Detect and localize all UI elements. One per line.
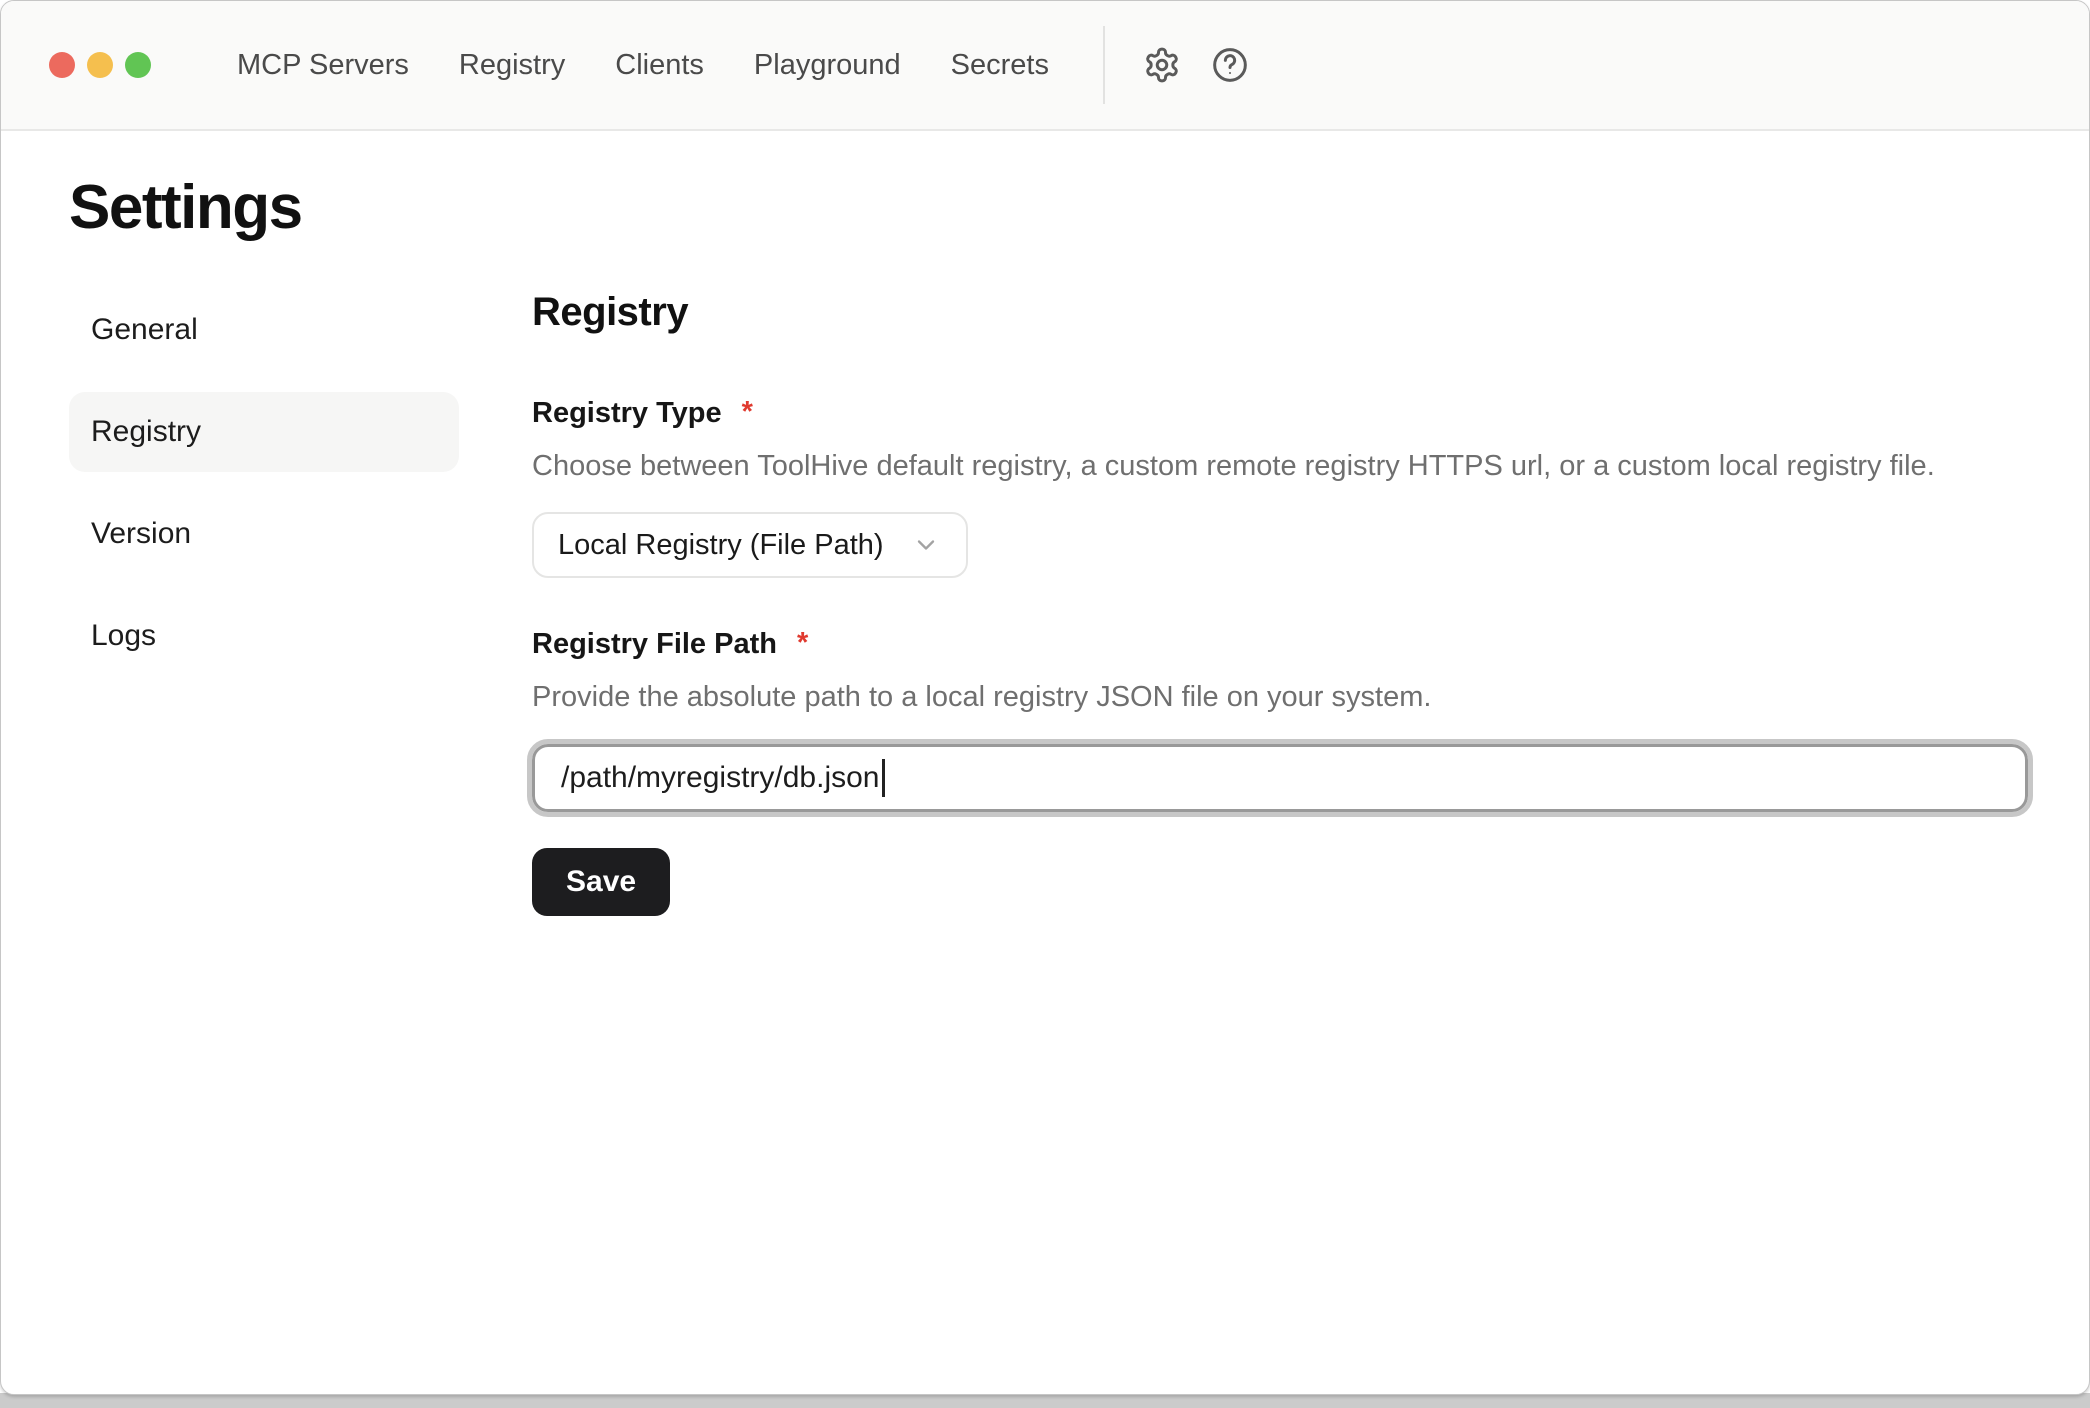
- close-button[interactable]: [49, 52, 75, 78]
- sidebar-item-label: Logs: [91, 619, 156, 653]
- page-title: Settings: [69, 175, 2029, 240]
- nav-item-clients[interactable]: Clients: [615, 49, 704, 82]
- settings-button[interactable]: [1137, 40, 1187, 90]
- app-window: MCP Servers Registry Clients Playground …: [0, 0, 2090, 1395]
- sidebar-item-label: Version: [91, 517, 191, 551]
- titlebar-divider: [1103, 26, 1105, 104]
- nav-item-playground[interactable]: Playground: [754, 49, 901, 82]
- settings-layout: General Registry Version Logs Registry R…: [69, 290, 2029, 916]
- text-cursor: [882, 759, 885, 797]
- registry-file-path-label: Registry File Path: [532, 628, 777, 661]
- sidebar-item-version[interactable]: Version: [69, 494, 459, 574]
- registry-file-path-description: Provide the absolute path to a local reg…: [532, 678, 2028, 717]
- sidebar-item-general[interactable]: General: [69, 290, 459, 370]
- registry-settings-panel: Registry Registry Type * Choose between …: [532, 290, 2028, 916]
- sidebar-item-label: General: [91, 313, 198, 347]
- registry-file-path-value: /path/myregistry/db.json: [561, 761, 879, 795]
- nav-item-secrets[interactable]: Secrets: [951, 49, 1049, 82]
- registry-type-description: Choose between ToolHive default registry…: [532, 447, 2028, 486]
- registry-type-select[interactable]: Local Registry (File Path): [532, 512, 968, 578]
- sidebar-item-label: Registry: [91, 415, 201, 449]
- registry-file-path-input[interactable]: /path/myregistry/db.json: [532, 744, 2028, 812]
- save-button[interactable]: Save: [532, 848, 670, 916]
- sidebar-item-logs[interactable]: Logs: [69, 596, 459, 676]
- nav-item-mcp-servers[interactable]: MCP Servers: [237, 49, 409, 82]
- registry-file-path-label-row: Registry File Path *: [532, 628, 2028, 661]
- traffic-lights: [49, 52, 151, 78]
- required-asterisk: *: [797, 628, 808, 660]
- registry-file-path-field: Registry File Path * Provide the absolut…: [532, 628, 2028, 812]
- help-icon: [1210, 45, 1250, 85]
- settings-sidebar: General Registry Version Logs: [69, 290, 459, 916]
- maximize-button[interactable]: [125, 52, 151, 78]
- required-asterisk: *: [742, 397, 753, 429]
- help-button[interactable]: [1205, 40, 1255, 90]
- minimize-button[interactable]: [87, 52, 113, 78]
- top-navigation: MCP Servers Registry Clients Playground …: [237, 49, 1049, 82]
- titlebar: MCP Servers Registry Clients Playground …: [1, 1, 2089, 131]
- registry-type-label: Registry Type: [532, 397, 722, 430]
- gear-icon: [1143, 46, 1181, 84]
- section-title: Registry: [532, 290, 2028, 335]
- registry-type-field: Registry Type * Choose between ToolHive …: [532, 397, 2028, 578]
- registry-type-label-row: Registry Type *: [532, 397, 2028, 430]
- sidebar-item-registry[interactable]: Registry: [69, 392, 459, 472]
- chevron-down-icon: [912, 531, 940, 559]
- settings-page: Settings General Registry Version Logs R…: [1, 131, 2089, 916]
- registry-type-selected-value: Local Registry (File Path): [558, 529, 884, 562]
- nav-item-registry[interactable]: Registry: [459, 49, 565, 82]
